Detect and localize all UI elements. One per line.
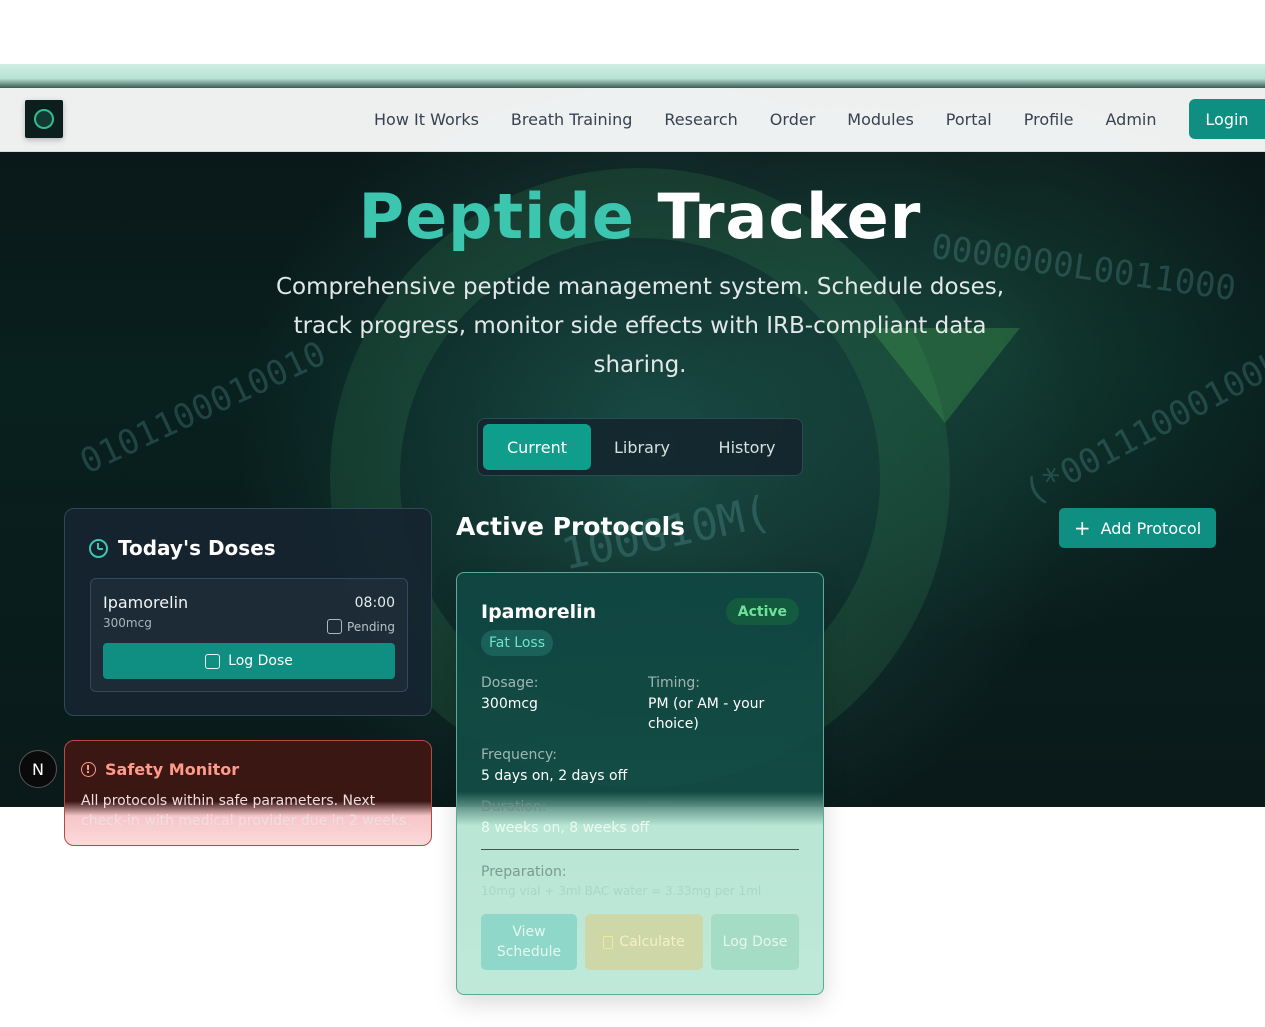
nav-link-breath-training[interactable]: Breath Training <box>495 88 648 152</box>
top-navigation: How It Works Breath Training Research Or… <box>0 88 1265 152</box>
dose-time: 08:00 <box>354 595 395 611</box>
add-protocol-label: Add Protocol <box>1100 518 1202 538</box>
tab-current[interactable]: Current <box>483 424 591 470</box>
protocol-card: Ipamorelin Active Fat Loss Dosage: 300mc… <box>456 572 824 995</box>
logo[interactable] <box>25 100 63 138</box>
logo-mark <box>34 109 54 129</box>
view-tabs: Current Library History <box>477 418 803 476</box>
status-badge: Active <box>725 598 799 625</box>
timing-label: Timing: <box>648 675 701 691</box>
divider <box>481 849 799 850</box>
safety-monitor-heading: Safety Monitor <box>81 760 239 779</box>
clock-icon <box>89 538 108 558</box>
nav-link-order[interactable]: Order <box>754 88 831 152</box>
duration-value: 8 weeks on, 8 weeks off <box>481 820 650 836</box>
calculate-button[interactable]: Calculate <box>585 914 703 970</box>
tab-history[interactable]: History <box>693 424 801 470</box>
dose-amount: 300mcg <box>103 616 152 630</box>
dosage-value: 300mcg <box>481 696 538 712</box>
active-protocols-title: Active Protocols <box>456 512 686 541</box>
nav-link-admin[interactable]: Admin <box>1090 88 1173 152</box>
checkbox-icon[interactable] <box>327 619 343 634</box>
preparation-label: Preparation: <box>481 864 567 880</box>
tab-library[interactable]: Library <box>591 424 693 470</box>
log-dose-button[interactable]: Log Dose <box>711 914 799 970</box>
nav-links: How It Works Breath Training Research Or… <box>358 88 1173 152</box>
nav-link-portal[interactable]: Portal <box>930 88 1008 152</box>
frequency-value: 5 days on, 2 days off <box>481 768 628 784</box>
dose-name: Ipamorelin <box>103 593 189 612</box>
view-schedule-button[interactable]: View Schedule <box>481 914 577 970</box>
binary-decoration: (*00111000100L <box>1017 343 1265 513</box>
nav-link-research[interactable]: Research <box>648 88 753 152</box>
login-button[interactable]: Login <box>1189 99 1265 139</box>
page-title-accent: Peptide <box>358 180 635 253</box>
log-dose-label: Log Dose <box>228 653 293 669</box>
page-title: Peptide Tracker <box>0 180 1265 253</box>
dose-status[interactable]: Pending <box>327 619 395 634</box>
todays-doses-heading: Today's Doses <box>89 536 276 560</box>
add-protocol-button[interactable]: + Add Protocol <box>1059 508 1216 548</box>
duration-label: Duration: <box>481 799 547 815</box>
checkbox-icon <box>205 653 221 669</box>
dosage-label: Dosage: <box>481 675 539 691</box>
alert-circle-icon <box>81 762 96 777</box>
nav-link-modules[interactable]: Modules <box>831 88 930 152</box>
preparation-value: 10mg vial + 3ml BAC water = 3.33mg per 1… <box>481 884 762 898</box>
nav-link-how-it-works[interactable]: How It Works <box>358 88 495 152</box>
protocol-tag: Fat Loss <box>481 630 553 656</box>
todays-doses-card: Today's Doses Ipamorelin 300mcg 08:00 Pe… <box>64 508 432 716</box>
page-subtitle: Comprehensive peptide management system.… <box>275 274 1005 378</box>
protocol-name: Ipamorelin <box>481 601 597 623</box>
todays-doses-title: Today's Doses <box>118 536 276 560</box>
calculate-label: Calculate <box>619 934 685 950</box>
calculator-icon <box>603 935 614 949</box>
avatar[interactable]: N <box>19 750 57 788</box>
top-banner-strip <box>0 64 1265 88</box>
timing-value: PM (or AM - your choice) <box>648 696 765 732</box>
safety-monitor-title: Safety Monitor <box>105 760 240 779</box>
safety-monitor-card: Safety Monitor All protocols within safe… <box>64 740 432 846</box>
log-dose-button[interactable]: Log Dose <box>103 643 395 679</box>
safety-monitor-text: All protocols within safe parameters. Ne… <box>81 793 411 829</box>
page-title-rest: Tracker <box>657 180 922 253</box>
frequency-label: Frequency: <box>481 747 558 763</box>
dose-status-label: Pending <box>347 619 395 634</box>
dose-item: Ipamorelin 300mcg 08:00 Pending Log Dose <box>90 578 408 692</box>
nav-link-profile[interactable]: Profile <box>1008 88 1090 152</box>
plus-icon: + <box>1073 516 1091 540</box>
